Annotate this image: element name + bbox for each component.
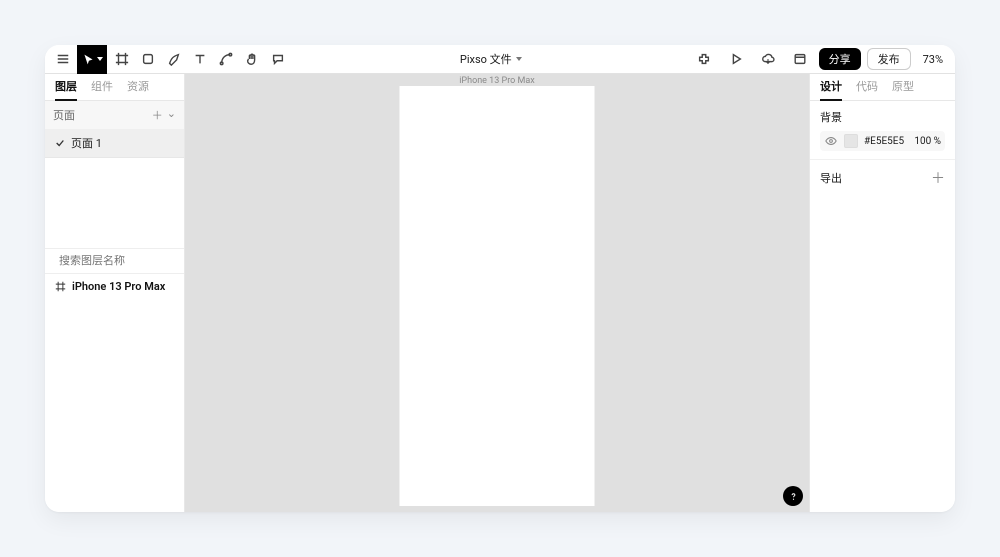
comment-tool-icon[interactable] — [265, 46, 291, 72]
publish-button[interactable]: 发布 — [867, 48, 911, 70]
move-tool-button[interactable] — [77, 45, 107, 74]
layer-item-frame[interactable]: iPhone 13 Pro Max — [45, 274, 184, 299]
layer-search-input[interactable] — [59, 255, 201, 267]
text-tool-icon[interactable] — [187, 46, 213, 72]
vector-tool-icon[interactable] — [213, 46, 239, 72]
layer-search[interactable] — [45, 248, 184, 274]
left-panel: 图层 组件 资源 页面 ＋ ⌄ 页面 1 — [45, 74, 185, 512]
tab-code[interactable]: 代码 — [856, 78, 878, 100]
help-badge[interactable] — [783, 486, 803, 506]
canvas[interactable]: iPhone 13 Pro Max — [185, 74, 809, 512]
layers-section: iPhone 13 Pro Max — [45, 158, 184, 512]
pages-section: 页面 ＋ ⌄ 页面 1 — [45, 101, 184, 158]
rectangle-tool-icon[interactable] — [135, 46, 161, 72]
background-hex[interactable]: #E5E5E5 — [864, 136, 908, 147]
publish-label: 发布 — [878, 51, 900, 67]
app-window: Pixso 文件 分享 发布 73% — [45, 45, 955, 512]
collapse-pages-icon[interactable]: ⌄ — [167, 107, 176, 123]
hand-tool-icon[interactable] — [239, 46, 265, 72]
layer-item-label: iPhone 13 Pro Max — [72, 280, 165, 293]
background-fill-row[interactable]: #E5E5E5 100 % — [820, 131, 945, 151]
background-opacity[interactable]: 100 % — [914, 136, 941, 147]
share-button[interactable]: 分享 — [819, 48, 861, 70]
tab-layers[interactable]: 图层 — [55, 78, 77, 100]
add-page-icon[interactable]: ＋ — [152, 107, 163, 123]
chevron-down-icon — [516, 57, 522, 61]
tab-prototype[interactable]: 原型 — [892, 78, 914, 100]
background-section: 背景 #E5E5E5 100 % — [810, 101, 955, 160]
background-title: 背景 — [820, 109, 945, 125]
frame-label[interactable]: iPhone 13 Pro Max — [459, 76, 535, 86]
frame-icon — [55, 281, 66, 292]
color-swatch[interactable] — [844, 134, 858, 148]
left-tabs: 图层 组件 资源 — [45, 74, 184, 101]
plugin-icon[interactable] — [691, 46, 717, 72]
export-title: 导出 — [820, 170, 842, 186]
frame-tool-icon[interactable] — [109, 46, 135, 72]
chevron-down-icon — [97, 57, 103, 61]
cloud-sync-icon[interactable] — [755, 46, 781, 72]
zoom-label: 73% — [923, 53, 943, 66]
tab-assets[interactable]: 资源 — [127, 78, 149, 100]
artboard-iphone13promax[interactable] — [400, 86, 595, 506]
page-label: 页面 1 — [71, 135, 102, 151]
zoom-control[interactable]: 73% — [917, 48, 949, 70]
check-icon — [55, 138, 65, 148]
play-icon[interactable] — [723, 46, 749, 72]
pen-tool-icon[interactable] — [161, 46, 187, 72]
file-title[interactable]: Pixso 文件 — [460, 51, 522, 67]
tab-components[interactable]: 组件 — [91, 78, 113, 100]
add-export-icon[interactable]: ＋ — [931, 168, 945, 188]
toolbar: Pixso 文件 分享 发布 73% — [45, 45, 955, 74]
hamburger-menu-icon[interactable] — [51, 46, 75, 72]
tab-design[interactable]: 设计 — [820, 78, 842, 100]
page-item[interactable]: 页面 1 — [45, 129, 184, 157]
share-label: 分享 — [829, 51, 851, 67]
right-panel: 设计 代码 原型 背景 #E5E5E5 100 % 导出 ＋ — [809, 74, 955, 512]
dev-mode-icon[interactable] — [787, 46, 813, 72]
file-title-label: Pixso 文件 — [460, 51, 512, 67]
export-section: 导出 ＋ — [810, 160, 955, 196]
pages-title: 页面 — [53, 107, 75, 123]
eye-icon[interactable] — [824, 135, 838, 147]
